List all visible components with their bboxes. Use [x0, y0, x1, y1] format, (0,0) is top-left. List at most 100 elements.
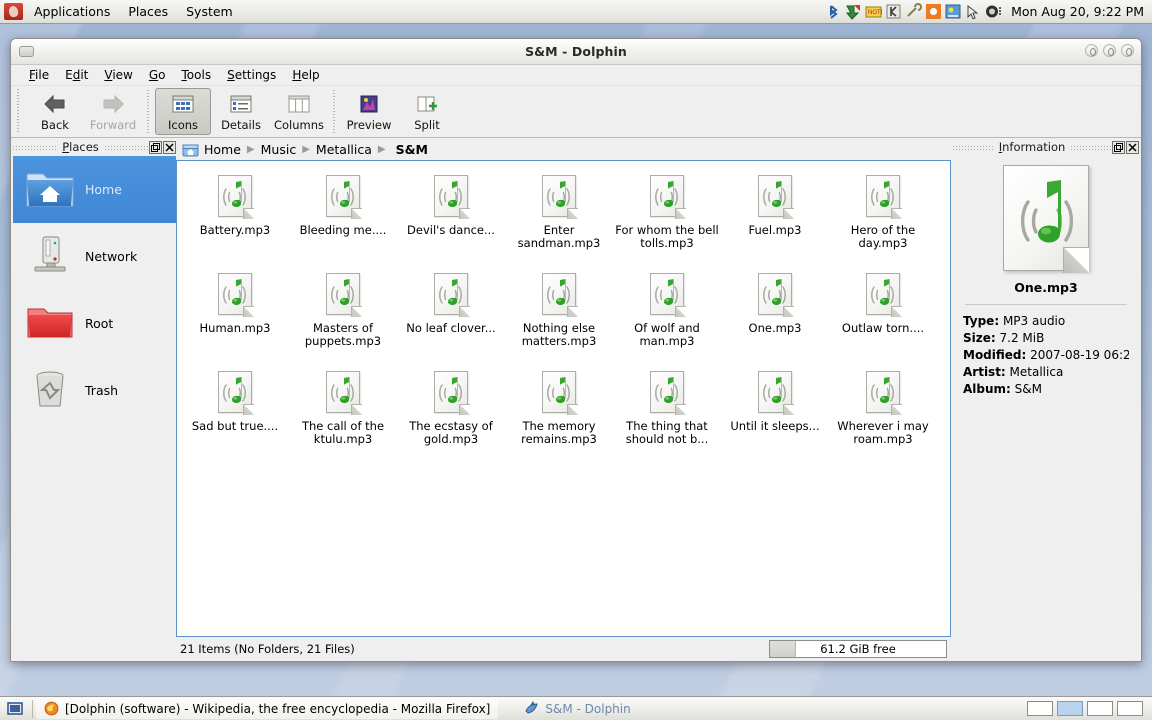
show-desktop-icon[interactable] — [4, 699, 26, 719]
breadcrumb-metallica[interactable]: Metallica — [313, 142, 375, 157]
maximize-button[interactable] — [1103, 44, 1116, 57]
window-controls — [1085, 44, 1134, 57]
brightness-icon[interactable] — [925, 3, 942, 20]
breadcrumb-music[interactable]: Music — [258, 142, 300, 157]
minimize-button[interactable] — [1085, 44, 1098, 57]
file-item[interactable]: Sad but true.... — [181, 365, 289, 463]
content-area: Home ▶ Music ▶ Metallica ▶ S&M Battery.m… — [176, 138, 953, 661]
workspace-2[interactable] — [1057, 701, 1083, 716]
file-item[interactable]: Enter sandman.mp3 — [505, 169, 613, 267]
metadata-key: Artist: — [963, 365, 1006, 379]
file-item[interactable]: Of wolf and man.mp3 — [613, 267, 721, 365]
places-close-button[interactable] — [163, 140, 177, 154]
places-menu[interactable]: Places — [119, 1, 177, 23]
tools-icon[interactable] — [905, 3, 923, 20]
breadcrumb-home[interactable]: Home — [201, 142, 244, 157]
workspace-1[interactable] — [1027, 701, 1053, 716]
system-menu[interactable]: System — [177, 1, 242, 23]
breadcrumb-current[interactable]: S&M — [389, 142, 431, 157]
file-name: Outlaw torn.... — [841, 321, 925, 335]
information-close-button[interactable] — [1126, 140, 1139, 154]
file-item[interactable]: Battery.mp3 — [181, 169, 289, 267]
information-drag-handle-left[interactable] — [953, 143, 993, 152]
file-item[interactable]: One.mp3 — [721, 267, 829, 365]
gnome-foot-icon[interactable] — [4, 3, 23, 20]
information-drag-handle-right[interactable] — [1071, 143, 1111, 152]
information-undock-button[interactable] — [1112, 140, 1125, 154]
back-label: Back — [41, 117, 69, 132]
file-item[interactable]: No leaf clover... — [397, 267, 505, 365]
mp3-file-icon — [863, 273, 903, 317]
task-firefox-label: [Dolphin (software) - Wikipedia, the fre… — [65, 701, 491, 716]
places-panel-header[interactable]: Places — [13, 138, 177, 156]
file-item[interactable]: The call of the ktulu.mp3 — [289, 365, 397, 463]
firefox-icon — [44, 701, 59, 716]
mp3-file-icon — [539, 175, 579, 219]
applications-menu[interactable]: Applications — [25, 1, 119, 23]
file-name: The thing that should not b... — [625, 419, 709, 446]
task-firefox[interactable]: [Dolphin (software) - Wikipedia, the fre… — [36, 698, 499, 719]
metadata-key: Modified: — [963, 348, 1027, 362]
kde-icon[interactable] — [885, 3, 902, 20]
file-item[interactable]: Bleeding me.... — [289, 169, 397, 267]
file-item[interactable]: Outlaw torn.... — [829, 267, 937, 365]
task-dolphin[interactable]: S&M - Dolphin — [516, 699, 638, 719]
file-icon-view[interactable]: Battery.mp3 Bleeding me.... Devil's danc… — [176, 160, 951, 637]
menu-file[interactable]: File — [21, 66, 57, 85]
file-item[interactable]: Hero of the day.mp3 — [829, 169, 937, 267]
window-menu-button[interactable] — [19, 46, 34, 57]
workspace-4[interactable] — [1117, 701, 1143, 716]
display-settings-icon[interactable] — [985, 3, 1002, 20]
network-settings-icon[interactable] — [945, 3, 962, 20]
information-panel-header[interactable]: Information — [953, 138, 1139, 156]
metadata-key: Size: — [963, 331, 996, 345]
file-item[interactable]: The ecstasy of gold.mp3 — [397, 365, 505, 463]
toolbar-handle[interactable] — [15, 89, 23, 134]
places-drag-handle-right[interactable] — [104, 143, 149, 152]
menu-settings[interactable]: Settings — [219, 66, 284, 85]
file-item[interactable]: For whom the bell tolls.mp3 — [613, 169, 721, 267]
workspace-3[interactable] — [1087, 701, 1113, 716]
file-item[interactable]: Nothing else matters.mp3 — [505, 267, 613, 365]
file-name: One.mp3 — [748, 321, 802, 335]
information-panel-title: Information — [998, 140, 1066, 154]
split-view-button[interactable]: Split — [399, 88, 455, 135]
mp3-file-icon — [647, 273, 687, 317]
details-view-button[interactable]: Details — [213, 88, 269, 135]
preview-button[interactable]: Preview — [341, 88, 397, 135]
columns-view-button[interactable]: Columns — [271, 88, 327, 135]
menu-edit[interactable]: Edit — [57, 66, 96, 85]
update-manager-icon[interactable] — [845, 3, 862, 20]
file-item[interactable]: The thing that should not b... — [613, 365, 721, 463]
file-item[interactable]: Human.mp3 — [181, 267, 289, 365]
file-item[interactable]: Fuel.mp3 — [721, 169, 829, 267]
places-undock-button[interactable] — [149, 140, 163, 154]
forward-button[interactable]: Forward — [85, 88, 141, 135]
sidebar-item-home[interactable]: Home — [13, 156, 176, 223]
file-item[interactable]: Wherever i may roam.mp3 — [829, 365, 937, 463]
home-icon[interactable] — [182, 142, 199, 157]
file-item[interactable]: Devil's dance... — [397, 169, 505, 267]
window-titlebar[interactable]: S&M - Dolphin — [11, 39, 1141, 65]
menu-go[interactable]: Go — [141, 66, 174, 85]
menu-help[interactable]: Help — [284, 66, 327, 85]
file-item[interactable]: Masters of puppets.mp3 — [289, 267, 397, 365]
file-name: The memory remains.mp3 — [521, 419, 597, 446]
close-button[interactable] — [1121, 44, 1134, 57]
sidebar-item-root[interactable]: Root — [13, 290, 176, 357]
bluetooth-icon[interactable] — [825, 3, 842, 20]
system-tray: NOTE Mon Aug 20, 9:22 PM — [825, 0, 1152, 24]
menu-tools[interactable]: Tools — [174, 66, 220, 85]
notes-icon[interactable]: NOTE — [865, 3, 885, 20]
sidebar-item-trash[interactable]: Trash — [13, 357, 176, 424]
places-drag-handle-left[interactable] — [13, 143, 57, 152]
mouse-icon[interactable] — [965, 3, 982, 20]
file-item[interactable]: The memory remains.mp3 — [505, 365, 613, 463]
back-button[interactable]: Back — [27, 88, 83, 135]
menu-view[interactable]: View — [96, 66, 140, 85]
clock[interactable]: Mon Aug 20, 9:22 PM — [1005, 4, 1144, 19]
icons-view-button[interactable]: Icons — [155, 88, 211, 135]
file-item[interactable]: Until it sleeps... — [721, 365, 829, 463]
sidebar-item-network[interactable]: Network — [13, 223, 176, 290]
metadata-row: Size: 7.2 MiB — [963, 330, 1129, 347]
